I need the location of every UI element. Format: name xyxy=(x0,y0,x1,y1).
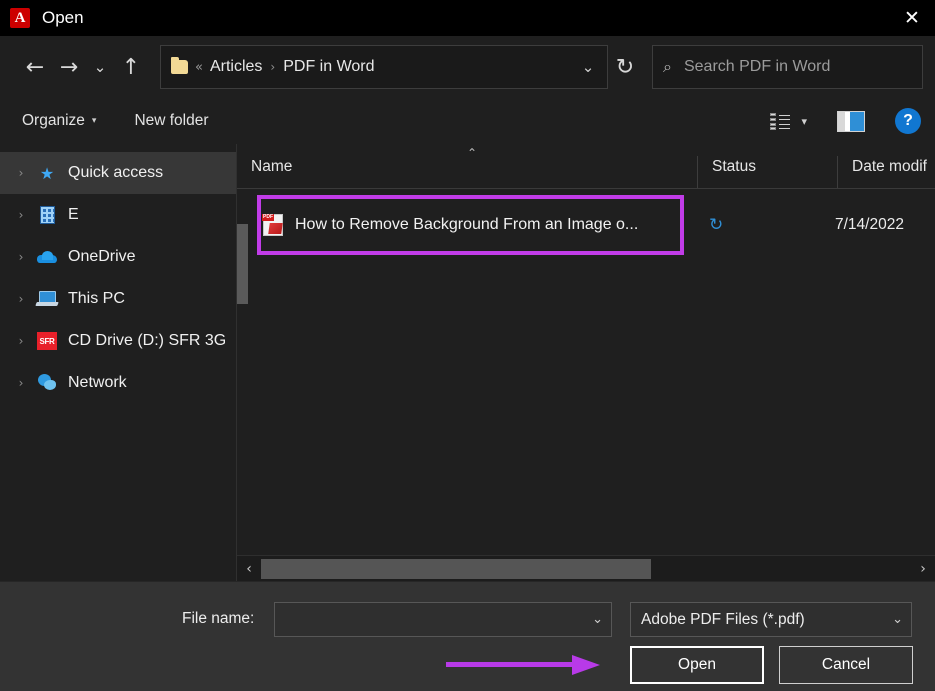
column-header-name[interactable]: Name xyxy=(237,156,697,188)
horizontal-scrollbar[interactable]: ‹ › xyxy=(237,555,935,581)
chevron-right-icon[interactable]: › xyxy=(8,166,34,180)
building-icon xyxy=(34,204,60,226)
organize-button[interactable]: Organize ▾ xyxy=(22,112,96,130)
column-header-status[interactable]: Status xyxy=(697,156,837,188)
navigation-pane: › ★ Quick access › E › OneDrive › This P… xyxy=(0,144,237,581)
sidebar-item-label: CD Drive (D:) SFR 3G xyxy=(68,332,226,350)
file-name-input[interactable]: ⌄ xyxy=(274,602,612,637)
help-icon[interactable]: ? xyxy=(895,108,921,134)
chevron-right-icon[interactable]: › xyxy=(8,334,34,348)
table-row[interactable]: How to Remove Background From an Image o… xyxy=(237,202,935,248)
scroll-right-icon[interactable]: › xyxy=(911,561,935,577)
up-one-level-icon[interactable]: ↑ xyxy=(114,50,148,84)
organize-label: Organize xyxy=(22,112,85,130)
sidebar-item-cd-drive[interactable]: › SFR CD Drive (D:) SFR 3G xyxy=(0,320,236,362)
title-bar: A Open ✕ xyxy=(0,0,935,36)
pdf-file-icon xyxy=(263,214,283,236)
column-headers: ⌃ Name Status Date modif xyxy=(237,144,935,189)
back-icon[interactable]: ← xyxy=(18,50,52,84)
open-button[interactable]: Open xyxy=(630,646,764,684)
sidebar-item-label: OneDrive xyxy=(68,248,136,266)
sfr-disc-icon: SFR xyxy=(34,330,60,352)
command-toolbar: Organize ▾ New folder ▾ ? xyxy=(0,98,935,144)
breadcrumb-separator-icon: › xyxy=(270,60,275,74)
chevron-down-icon[interactable]: ⌄ xyxy=(575,58,601,76)
window-title: Open xyxy=(42,8,84,28)
sort-ascending-icon: ⌃ xyxy=(467,146,477,160)
navigation-bar: ← → ⌄ ↑ « Articles › PDF in Word ⌄ ↻ ⌕ S… xyxy=(0,36,935,98)
chevron-down-icon: ▾ xyxy=(92,116,97,126)
chevron-down-icon[interactable]: ⌄ xyxy=(592,612,603,627)
scroll-left-icon[interactable]: ‹ xyxy=(237,561,261,577)
refresh-icon[interactable]: ↻ xyxy=(608,50,642,84)
column-header-date-modified[interactable]: Date modif xyxy=(837,156,935,188)
adobe-acrobat-icon: A xyxy=(10,8,30,28)
view-options-icon[interactable] xyxy=(770,113,790,130)
view-options-chevron-down-icon[interactable]: ▾ xyxy=(801,115,807,128)
chevron-right-icon[interactable]: › xyxy=(8,376,34,390)
chevron-right-icon[interactable]: › xyxy=(8,292,34,306)
sidebar-item-label: E xyxy=(68,206,79,224)
sidebar-item-this-pc[interactable]: › This PC xyxy=(0,278,236,320)
breadcrumb-overflow-icon[interactable]: « xyxy=(195,60,203,75)
sidebar-item-e[interactable]: › E xyxy=(0,194,236,236)
breadcrumb-item-articles[interactable]: Articles xyxy=(210,58,262,76)
file-name-cell: How to Remove Background From an Image o… xyxy=(295,216,695,234)
sidebar-item-quick-access[interactable]: › ★ Quick access xyxy=(0,152,236,194)
chevron-right-icon[interactable]: › xyxy=(8,208,34,222)
star-icon: ★ xyxy=(34,162,60,184)
sidebar-item-label: Network xyxy=(68,374,127,392)
dialog-body: › ★ Quick access › E › OneDrive › This P… xyxy=(0,144,935,581)
file-name-label: File name: xyxy=(182,610,254,628)
forward-icon[interactable]: → xyxy=(52,50,86,84)
toolbar-right-group: ▾ ? xyxy=(770,108,921,134)
breadcrumb-item-pdf-in-word[interactable]: PDF in Word xyxy=(283,58,374,76)
new-folder-label: New folder xyxy=(134,112,208,130)
chevron-down-icon[interactable]: ⌄ xyxy=(892,612,903,627)
file-rows: How to Remove Background From an Image o… xyxy=(237,189,935,555)
scrollbar-thumb[interactable] xyxy=(261,559,651,579)
open-file-dialog: A Open ✕ ← → ⌄ ↑ « Articles › PDF in Wor… xyxy=(0,0,935,691)
sidebar-item-network[interactable]: › Network xyxy=(0,362,236,404)
scrollbar-track[interactable] xyxy=(261,559,911,579)
address-bar[interactable]: « Articles › PDF in Word ⌄ xyxy=(160,45,608,89)
file-list-pane: ⌃ Name Status Date modif How to Remove B… xyxy=(237,144,935,581)
file-date-cell: 7/14/2022 xyxy=(835,216,904,234)
preview-pane-icon[interactable] xyxy=(837,111,865,132)
sidebar-item-onedrive[interactable]: › OneDrive xyxy=(0,236,236,278)
folder-icon xyxy=(171,60,188,74)
new-folder-button[interactable]: New folder xyxy=(134,112,208,130)
sync-status-icon: ↻ xyxy=(695,215,835,235)
arrow-annotation xyxy=(446,655,601,675)
chevron-right-icon[interactable]: › xyxy=(8,250,34,264)
sidebar-item-label: This PC xyxy=(68,290,125,308)
search-placeholder: Search PDF in Word xyxy=(684,58,830,76)
file-type-value: Adobe PDF Files (*.pdf) xyxy=(641,611,886,629)
computer-icon xyxy=(34,288,60,310)
cloud-icon xyxy=(34,246,60,268)
file-type-dropdown[interactable]: Adobe PDF Files (*.pdf) ⌄ xyxy=(630,602,912,637)
network-icon xyxy=(34,372,60,394)
search-input[interactable]: ⌕ Search PDF in Word xyxy=(652,45,923,89)
close-icon[interactable]: ✕ xyxy=(889,0,935,36)
recent-locations-icon[interactable]: ⌄ xyxy=(86,50,114,84)
sidebar-item-label: Quick access xyxy=(68,164,163,182)
cancel-button[interactable]: Cancel xyxy=(779,646,913,684)
search-icon: ⌕ xyxy=(663,57,672,77)
